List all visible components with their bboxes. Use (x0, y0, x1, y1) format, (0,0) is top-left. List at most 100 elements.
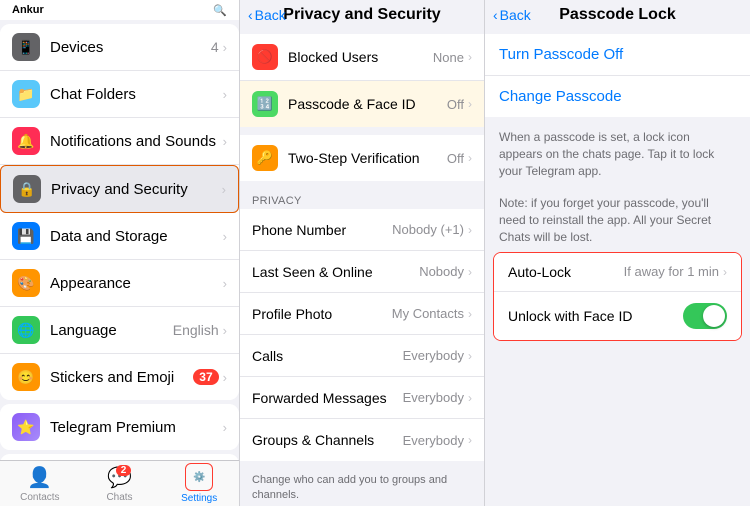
back-button[interactable]: ‹ Back (248, 7, 286, 23)
premium-label: Telegram Premium (50, 419, 223, 436)
language-chevron: › (223, 323, 227, 338)
lastseen-value: Nobody (419, 264, 464, 279)
support-group: ❓ Ask a Question › 📋 Telegram FAQ › ✨ Te… (0, 454, 239, 460)
sidebar-item-language[interactable]: 🌐 Language English › (0, 307, 239, 354)
chat-folders-label: Chat Folders (50, 86, 223, 103)
blocked-label: Blocked Users (288, 49, 433, 65)
phone-number-item[interactable]: Phone Number Nobody (+1) › (240, 209, 484, 251)
groups-note: Change who can add you to groups and cha… (240, 469, 484, 506)
privacy-header: ‹ Back Privacy and Security (240, 0, 484, 28)
language-label: Language (50, 322, 173, 339)
photo-value: My Contacts (392, 306, 464, 321)
privacy-security-panel: ‹ Back Privacy and Security 🚫 Blocked Us… (240, 0, 485, 506)
phone-value: Nobody (+1) (392, 222, 464, 237)
chats-badge: 2 (116, 465, 132, 476)
search-btn[interactable]: 🔍 (213, 4, 227, 17)
groups-label: Groups & Channels (252, 432, 403, 448)
forwarded-item[interactable]: Forwarded Messages Everybody › (240, 377, 484, 419)
sidebar-item-premium[interactable]: ⭐ Telegram Premium › (0, 404, 239, 450)
lastseen-item[interactable]: Last Seen & Online Nobody › (240, 251, 484, 293)
twostep-item[interactable]: 🔑 Two-Step Verification Off › (240, 135, 484, 181)
contacts-icon: 👤 (27, 465, 52, 490)
sidebar-item-appearance[interactable]: 🎨 Appearance › (0, 260, 239, 307)
sidebar-item-privacy[interactable]: 🔒 Privacy and Security › (0, 165, 239, 213)
passcode-chevron: › (468, 97, 472, 111)
lastseen-label: Last Seen & Online (252, 264, 419, 280)
autolock-item[interactable]: Auto-Lock If away for 1 min › (494, 253, 741, 292)
left-panel: Ankur 🔍 📱 Devices 4 › 📁 Chat (0, 0, 240, 506)
phone-label: Phone Number (252, 222, 392, 238)
nav-contacts[interactable]: 👤 Contacts (0, 461, 80, 506)
passcode-title: Passcode Lock (559, 6, 676, 24)
sidebar-item-chat-folders[interactable]: 📁 Chat Folders › (0, 71, 239, 118)
twostep-label: Two-Step Verification (288, 150, 447, 166)
passcode-content: Turn Passcode Off Change Passcode When a… (485, 28, 750, 506)
premium-chevron: › (223, 420, 227, 435)
passcode-back-label: Back (500, 7, 531, 23)
profile-photo-item[interactable]: Profile Photo My Contacts › (240, 293, 484, 335)
sidebar-item-ask[interactable]: ❓ Ask a Question › (0, 454, 239, 460)
blocked-chevron: › (468, 50, 472, 64)
settings-label: Settings (181, 493, 217, 504)
chat-folders-icon: 📁 (12, 80, 40, 108)
privacy-label: Privacy and Security (51, 181, 222, 198)
security-top-group: 🚫 Blocked Users None › 🔢 Passcode & Face… (240, 34, 484, 127)
groups-item[interactable]: Groups & Channels Everybody › (240, 419, 484, 461)
change-passcode-item[interactable]: Change Passcode (485, 76, 750, 117)
privacy-icon: 🔒 (13, 175, 41, 203)
passcode-icon: 🔢 (252, 91, 278, 117)
passcode-label: Passcode & Face ID (288, 96, 447, 112)
chat-folders-chevron: › (223, 87, 227, 102)
settings-list: 📱 Devices 4 › 📁 Chat Folders › 🔔 No (0, 20, 239, 460)
change-passcode-label: Change Passcode (499, 88, 736, 105)
nav-settings[interactable]: ⚙️ Settings (159, 461, 239, 506)
faceid-item[interactable]: Unlock with Face ID (494, 292, 741, 340)
privacy-section-label: PRIVACY (240, 189, 484, 209)
passcode-header: ‹ Back Passcode Lock (485, 0, 750, 28)
faceid-toggle[interactable] (683, 303, 727, 329)
passcode-item[interactable]: 🔢 Passcode & Face ID Off › (240, 81, 484, 127)
forwarded-label: Forwarded Messages (252, 390, 403, 406)
data-chevron: › (223, 229, 227, 244)
carrier-label: Ankur (12, 4, 44, 16)
appearance-label: Appearance (50, 275, 223, 292)
contacts-label: Contacts (20, 492, 59, 503)
photo-chevron: › (468, 307, 472, 321)
sidebar-item-notifications[interactable]: 🔔 Notifications and Sounds › (0, 118, 239, 165)
passcode-back-button[interactable]: ‹ Back (493, 7, 531, 23)
settings-gear-icon: ⚙️ (193, 472, 205, 483)
notifications-label: Notifications and Sounds (50, 133, 223, 150)
sidebar-item-data[interactable]: 💾 Data and Storage › (0, 213, 239, 260)
privacy-chevron: › (222, 182, 226, 197)
sidebar-item-devices[interactable]: 📱 Devices 4 › (0, 24, 239, 71)
passcode-lock-panel: ‹ Back Passcode Lock Turn Passcode Off C… (485, 0, 750, 506)
twostep-group: 🔑 Two-Step Verification Off › (240, 135, 484, 181)
calls-chevron: › (468, 349, 472, 363)
calls-label: Calls (252, 348, 403, 364)
calls-item[interactable]: Calls Everybody › (240, 335, 484, 377)
nav-chats[interactable]: 💬 Chats 2 (80, 461, 160, 506)
devices-value: 4 (211, 39, 219, 55)
blocked-users-item[interactable]: 🚫 Blocked Users None › (240, 34, 484, 81)
sidebar-item-stickers[interactable]: 😊 Stickers and Emoji 37 › (0, 354, 239, 400)
twostep-value: Off (447, 151, 464, 166)
phone-chevron: › (468, 223, 472, 237)
autolock-label: Auto-Lock (508, 264, 624, 280)
data-icon: 💾 (12, 222, 40, 250)
settings-nav-icon: ⚙️ (185, 463, 213, 491)
faceid-label: Unlock with Face ID (508, 308, 683, 324)
privacy-title: Privacy and Security (283, 6, 440, 24)
devices-icon: 📱 (12, 33, 40, 61)
autolock-chevron: › (723, 265, 727, 279)
passcode-actions-group: Turn Passcode Off Change Passcode (485, 34, 750, 117)
groups-value: Everybody (403, 433, 464, 448)
turn-off-item[interactable]: Turn Passcode Off (485, 34, 750, 76)
stickers-chevron: › (223, 370, 227, 385)
language-icon: 🌐 (12, 316, 40, 344)
forwarded-chevron: › (468, 391, 472, 405)
passcode-back-chevron: ‹ (493, 7, 498, 23)
main-settings-group: 📱 Devices 4 › 📁 Chat Folders › 🔔 No (0, 24, 239, 400)
twostep-icon: 🔑 (252, 145, 278, 171)
devices-label: Devices (50, 39, 211, 56)
premium-icon: ⭐ (12, 413, 40, 441)
